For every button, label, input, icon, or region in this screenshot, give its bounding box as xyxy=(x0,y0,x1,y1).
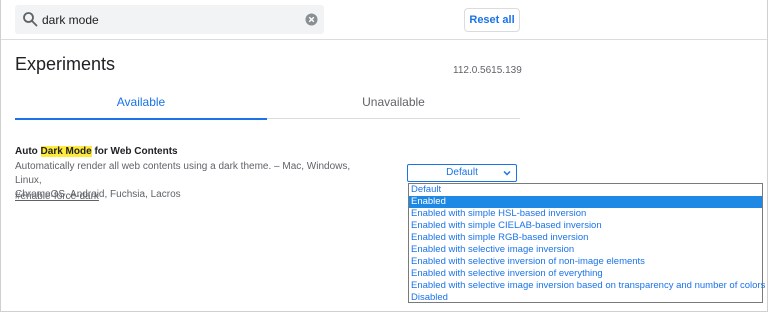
option-transparency-inversion[interactable]: Enabled with selective image inversion b… xyxy=(409,280,765,292)
option-selective-everything-inversion[interactable]: Enabled with selective inversion of ever… xyxy=(409,268,762,280)
experiment-title: Auto Dark Mode for Web Contents xyxy=(15,146,178,157)
option-cielab-inversion[interactable]: Enabled with simple CIELAB-based inversi… xyxy=(409,220,762,232)
option-default[interactable]: Default xyxy=(409,184,762,196)
option-hsl-inversion[interactable]: Enabled with simple HSL-based inversion xyxy=(409,208,762,220)
search-match-highlight: Dark Mode xyxy=(40,146,92,157)
page-title: Experiments xyxy=(15,54,116,74)
tab-available[interactable]: Available xyxy=(15,90,267,120)
experiment-link[interactable]: #enable-force-dark xyxy=(15,191,99,202)
select-value: Default xyxy=(446,167,478,178)
option-selective-image-inversion[interactable]: Enabled with selective image inversion xyxy=(409,244,762,256)
search-icon xyxy=(23,12,38,27)
option-disabled[interactable]: Disabled xyxy=(409,292,762,304)
option-selective-non-image-inversion[interactable]: Enabled with selective inversion of non-… xyxy=(409,256,762,268)
tab-unavailable[interactable]: Unavailable xyxy=(267,90,520,119)
reset-all-button[interactable]: Reset all xyxy=(464,8,520,32)
clear-icon[interactable] xyxy=(305,13,318,26)
experiment-select[interactable]: Default xyxy=(407,164,517,182)
chevron-down-icon xyxy=(503,170,511,176)
option-rgb-inversion[interactable]: Enabled with simple RGB-based inversion xyxy=(409,232,762,244)
description-line-1: Automatically render all web contents us… xyxy=(15,161,351,186)
experiment-title-prefix: Auto xyxy=(15,146,41,157)
experiment-title-suffix: for Web Contents xyxy=(91,146,178,157)
version-label: 112.0.5615.139 xyxy=(453,65,522,76)
search-box[interactable] xyxy=(15,5,324,34)
option-enabled[interactable]: Enabled xyxy=(409,196,762,208)
search-input[interactable] xyxy=(42,10,302,29)
dropdown-list: Default Enabled Enabled with simple HSL-… xyxy=(408,183,765,304)
header-bar: Reset all xyxy=(1,0,767,40)
